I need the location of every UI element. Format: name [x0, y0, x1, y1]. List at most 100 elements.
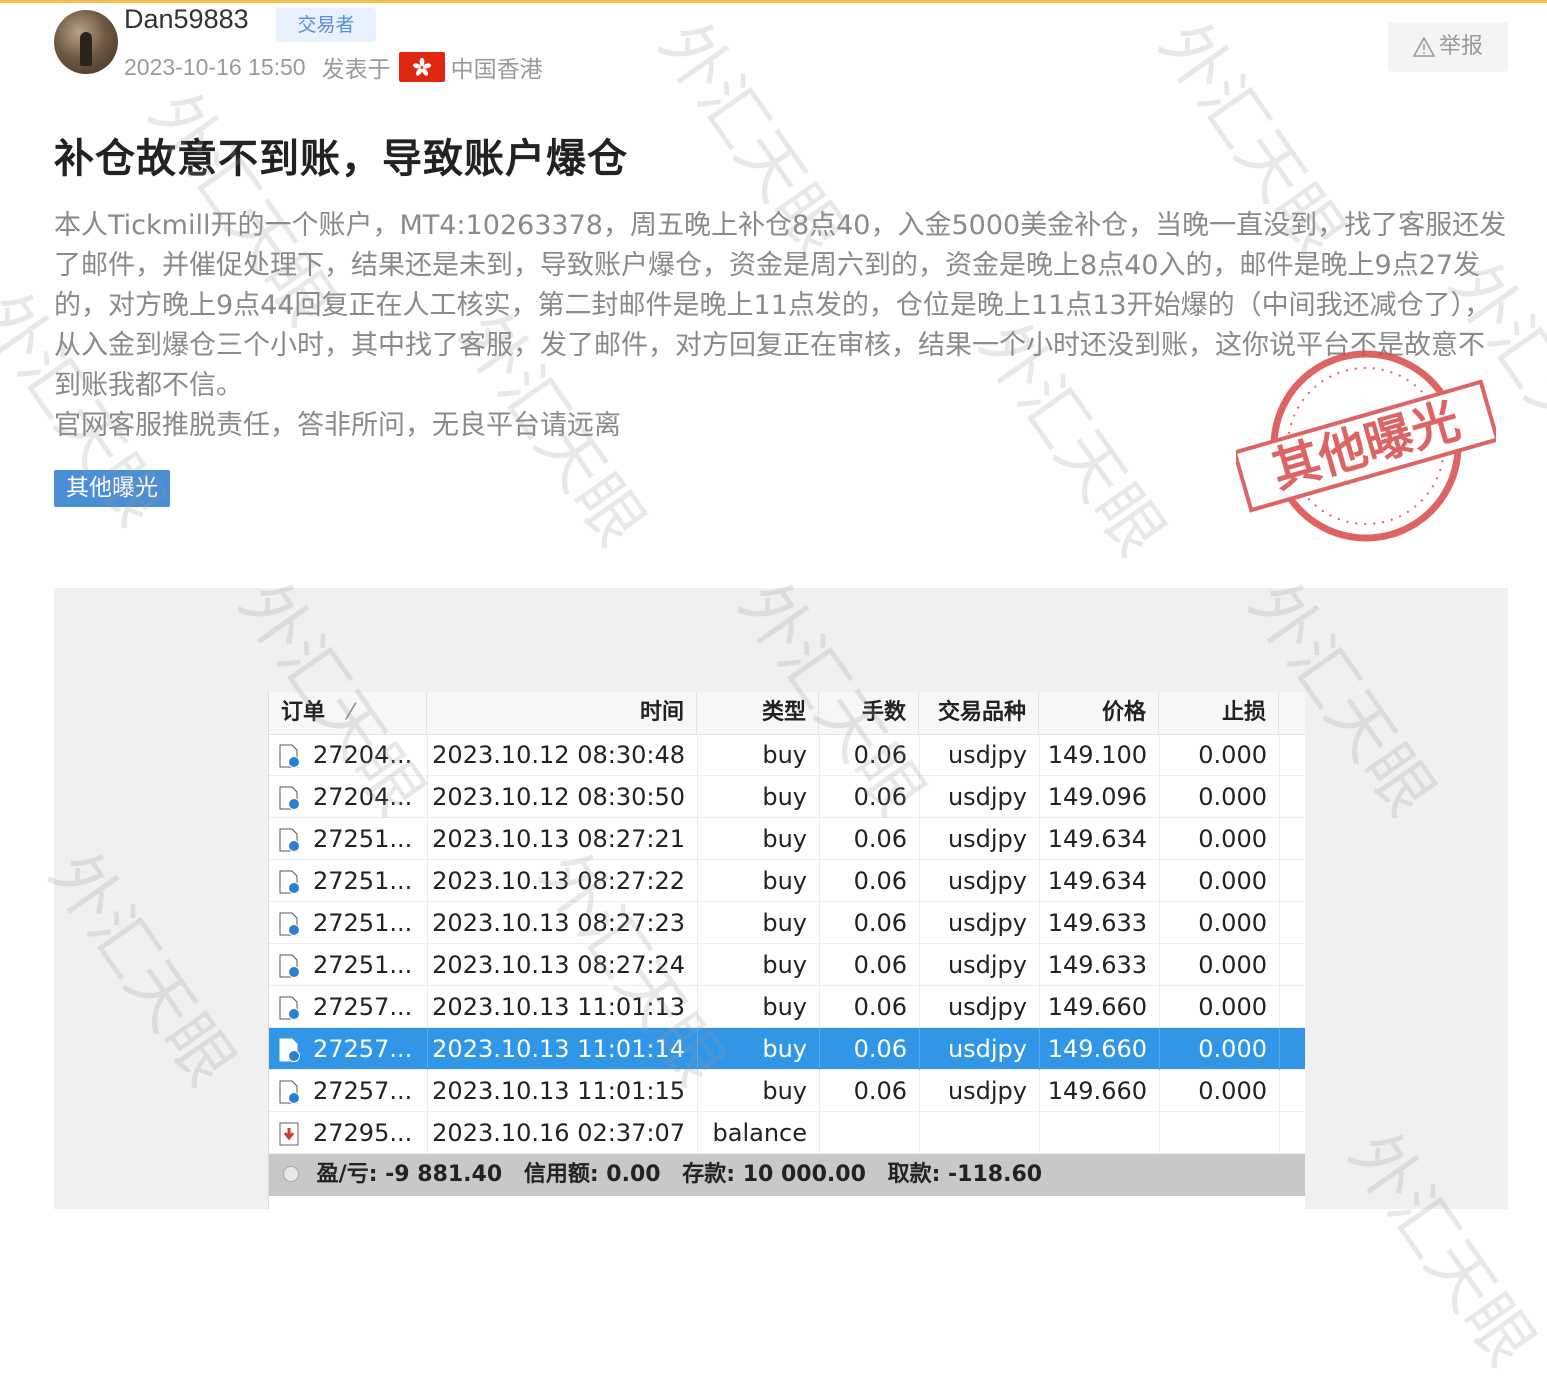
cell-lots: 0.06: [853, 825, 907, 853]
cell-lots: 0.06: [853, 1077, 907, 1105]
cell-order: 27204...: [313, 741, 413, 769]
cell-type: buy: [762, 1077, 807, 1105]
balance-entry-icon: [277, 1121, 303, 1147]
cell-lots: 0.06: [853, 993, 907, 1021]
cell-lots: 0.06: [853, 909, 907, 937]
summary-pnl: 盈/亏: -9 881.40: [316, 1162, 503, 1187]
cell-sl: 0.000: [1198, 825, 1267, 853]
cell-price: 149.660: [1047, 1035, 1147, 1063]
cell-sl: 0.000: [1198, 951, 1267, 979]
post-location: 中国香港: [450, 56, 543, 82]
col-stoploss[interactable]: 止损: [1159, 692, 1279, 734]
cell-price: 149.633: [1047, 951, 1147, 979]
cell-order: 27251...: [313, 951, 413, 979]
cell-time: 2023.10.13 11:01:15: [432, 1077, 685, 1105]
table-row[interactable]: 27257... 2023.10.13 11:01:14 buy 0.06 usdjpy…: [269, 1028, 1305, 1070]
order-document-icon: [277, 995, 303, 1021]
cell-type: buy: [762, 993, 807, 1021]
col-symbol[interactable]: 交易品种: [919, 692, 1039, 734]
cell-symbol: usdjpy: [947, 993, 1027, 1021]
cell-order: 27251...: [313, 867, 413, 895]
table-row[interactable]: 27257... 2023.10.13 11:01:15 buy 0.06 usdjpy…: [269, 1070, 1305, 1112]
table-row[interactable]: 27295... 2023.10.16 02:37:07 balance: [269, 1112, 1305, 1154]
cell-sl: 0.000: [1198, 1077, 1267, 1105]
table-row[interactable]: 27251... 2023.10.13 08:27:24 buy 0.06 usdjpy…: [269, 944, 1305, 986]
cell-order: 27204...: [313, 783, 413, 811]
report-button[interactable]: 举报: [1388, 22, 1508, 72]
category-tag[interactable]: 其他曝光: [54, 470, 170, 507]
cell-symbol: usdjpy: [947, 909, 1027, 937]
category-stamp: 其他曝光: [1232, 336, 1500, 556]
status-dot-icon: [283, 1166, 299, 1182]
hong-kong-flag-icon: [398, 52, 445, 82]
col-time[interactable]: 时间: [427, 692, 697, 734]
cell-price: 149.633: [1047, 909, 1147, 937]
cell-sl: 0.000: [1198, 1035, 1267, 1063]
top-accent-line: [0, 0, 1547, 3]
cell-order: 27251...: [313, 825, 413, 853]
cell-type: buy: [762, 783, 807, 811]
cell-type: buy: [762, 867, 807, 895]
order-document-icon: [277, 869, 303, 895]
cell-symbol: usdjpy: [947, 951, 1027, 979]
cell-lots: 0.06: [853, 783, 907, 811]
table-row[interactable]: 27251... 2023.10.13 08:27:22 buy 0.06 usdjpy…: [269, 860, 1305, 902]
cell-symbol: usdjpy: [947, 1035, 1027, 1063]
order-document-icon: [277, 911, 303, 937]
cell-type: balance: [712, 1119, 808, 1147]
cell-price: 149.634: [1047, 867, 1147, 895]
summary-deposit: 存款: 10 000.00: [682, 1162, 866, 1187]
cell-sl: 0.000: [1198, 867, 1267, 895]
cell-symbol: usdjpy: [947, 1077, 1027, 1105]
cell-symbol: usdjpy: [947, 825, 1027, 853]
cell-order: 27251...: [313, 909, 413, 937]
cell-time: 2023.10.13 11:01:14: [432, 1035, 685, 1063]
cell-time: 2023.10.13 08:27:22: [432, 867, 685, 895]
attached-screenshot[interactable]: 订单 ⁄ 时间 类型 手数 交易品种 价格 止损 27204... 2023.10.…: [54, 588, 1508, 1209]
col-order[interactable]: 订单 ⁄: [269, 692, 427, 734]
role-badge: 交易者: [276, 8, 376, 42]
cell-lots: 0.06: [853, 867, 907, 895]
summary-credit: 信用额: 0.00: [523, 1162, 661, 1187]
warning-icon: [1412, 36, 1436, 57]
order-document-icon: [277, 785, 303, 811]
order-document-icon: [277, 743, 303, 769]
col-type[interactable]: 类型: [697, 692, 819, 734]
cell-time: 2023.10.13 08:27:23: [432, 909, 685, 937]
cell-lots: 0.06: [853, 741, 907, 769]
avatar[interactable]: [54, 10, 118, 74]
cell-type: buy: [762, 909, 807, 937]
table-row[interactable]: 27251... 2023.10.13 08:27:23 buy 0.06 usdjpy…: [269, 902, 1305, 944]
summary-withdraw: 取款: -118.60: [887, 1162, 1043, 1187]
order-document-icon: [277, 827, 303, 853]
cell-order: 27295...: [313, 1119, 413, 1147]
cell-type: buy: [762, 951, 807, 979]
cell-price: 149.660: [1047, 993, 1147, 1021]
cell-time: 2023.10.13 08:27:21: [432, 825, 685, 853]
cell-sl: 0.000: [1198, 741, 1267, 769]
author-username[interactable]: Dan59883: [124, 4, 249, 35]
account-summary-bar: 盈/亏: -9 881.40 信用额: 0.00 存款: 10 000.00 取…: [269, 1154, 1305, 1196]
cell-time: 2023.10.13 11:01:13: [432, 993, 685, 1021]
cell-order: 27257...: [313, 993, 413, 1021]
cell-order: 27257...: [313, 1035, 413, 1063]
post-title: 补仓故意不到账，导致账户爆仓: [54, 136, 628, 182]
cell-order: 27257...: [313, 1077, 413, 1105]
table-header: 订单 ⁄ 时间 类型 手数 交易品种 价格 止损: [269, 692, 1305, 735]
table-row[interactable]: 27204... 2023.10.12 08:30:50 buy 0.06 usdjpy…: [269, 776, 1305, 818]
col-price[interactable]: 价格: [1039, 692, 1159, 734]
stamp-text: 其他曝光: [1266, 393, 1466, 500]
cell-time: 2023.10.12 08:30:50: [432, 783, 685, 811]
table-row[interactable]: 27204... 2023.10.12 08:30:48 buy 0.06 usdjpy…: [269, 734, 1305, 776]
post-meta: 2023-10-16 15:50 发表于 中国香港: [124, 50, 543, 84]
mt4-history-table: 订单 ⁄ 时间 类型 手数 交易品种 价格 止损 27204... 2023.10.…: [268, 692, 1305, 1209]
cell-symbol: usdjpy: [947, 867, 1027, 895]
col-lots[interactable]: 手数: [819, 692, 919, 734]
cell-price: 149.660: [1047, 1077, 1147, 1105]
posted-in-label: 发表于: [321, 56, 391, 82]
cell-time: 2023.10.16 02:37:07: [432, 1119, 685, 1147]
report-label: 举报: [1438, 34, 1483, 59]
cell-sl: 0.000: [1198, 909, 1267, 937]
table-row[interactable]: 27257... 2023.10.13 11:01:13 buy 0.06 usdjpy…: [269, 986, 1305, 1028]
table-row[interactable]: 27251... 2023.10.13 08:27:21 buy 0.06 usdjpy…: [269, 818, 1305, 860]
